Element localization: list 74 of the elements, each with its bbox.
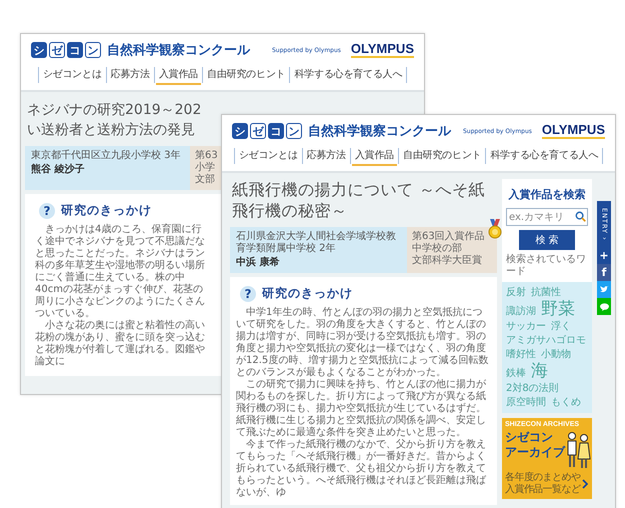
chevron-icon (582, 479, 588, 489)
sponsor-logo: OLYMPUS (350, 42, 414, 58)
award-text: 文部 (195, 174, 215, 186)
keyword-link[interactable]: 浮く (551, 320, 571, 333)
nav-link[interactable]: 科学する心を育てる人へ (291, 65, 406, 85)
logo-tile: ゼ (49, 42, 65, 58)
award-text: 小学 (195, 162, 215, 174)
keyword-link[interactable]: もくめ (551, 396, 581, 409)
page-title: 紙飛行機の揚力について ～へそ紙飛行機の秘密～ (232, 179, 486, 221)
nav-link[interactable]: 自由研究のヒント (400, 146, 484, 166)
people-drawing (565, 430, 591, 470)
logo-tile: ン (85, 42, 101, 58)
logo-tile: ン (286, 123, 302, 139)
page-title: い送粉者と送粉方法の発見 (27, 121, 195, 140)
school-name: 東京都千代田区立九段小学校 3年 (31, 150, 182, 162)
body-paragraph: 中学1年生の時、竹とんぼの羽の揚力と空気抵抗について研究をした。羽の角度を大きくすると、竹とんぼの揚力は増すが、同時に羽が受ける空気抵抗も増す。羽の角度と揚力や空気抵抗の変化は一様ではなく、羽の角度が12.5度の時、増す揚力と空気抵抗によって減る回転数とのバランスが最もよくなることがわかった。 (236, 307, 490, 378)
student-name: 熊谷 綾沙子 (31, 163, 86, 176)
award-text: 中学校の部 (412, 243, 462, 254)
body-paragraph: この研究で揚力に興味を持ち、竹とんぼの他に揚力が関わるものを探した。折り方によって飛び方が異なる紙飛行機の羽にも、揚力や空気抵抗が生じているはずだ。紙飛行機に生じる揚力と空気抵抗の関係を調べ、安定して飛ぶために最適な条件を突き止めたいと思った。 (236, 379, 487, 438)
add-button[interactable]: + (597, 247, 611, 264)
logo-tile: コ (268, 123, 284, 139)
nav-link[interactable]: シゼコンとは (236, 146, 301, 166)
award-text: 文部科学大臣賞 (412, 255, 482, 267)
logo-tile: ゼ (250, 123, 266, 139)
logo-tile: シ (31, 42, 47, 58)
question-mark: ? (39, 202, 55, 218)
keyword-link[interactable]: 鉄棒 (506, 367, 526, 380)
award-text: 第63回入賞作品 (412, 231, 485, 242)
search-heading: 入賞作品を検索 (508, 187, 586, 202)
question-mark: ? (240, 286, 256, 302)
nav-link[interactable]: 科学する心を育てる人へ (487, 146, 602, 166)
body-paragraph: 小さな花の奥には蜜と粘着性の高い花粉の塊があり、蜜をに頭を突っ込むと花粉塊が付着して運ばれる。図鑑や論文に (35, 320, 206, 368)
keyword-link[interactable]: 抗菌性 (531, 286, 561, 299)
share-button[interactable] (597, 281, 611, 298)
share-button[interactable] (597, 298, 611, 315)
nav-link[interactable]: 自由研究のヒント (204, 65, 288, 85)
medal-icon (488, 219, 502, 239)
search-field[interactable]: ex.カマキリ (506, 208, 588, 226)
banner-heading: シゼコン (505, 430, 554, 445)
body-paragraph: 今まで作った紙飛行機のなかで、父から折り方を教えてもらった「へそ紙飛行機」が一番好きだ。昔からよく折られている紙飛行機で、父も祖父から折り方を教えてもらったという。へそ紙飛行機はそれほど長距離は飛ばないが、ゆ (236, 439, 488, 499)
nav-link[interactable]: 応募方法 (304, 146, 349, 166)
section-heading: 研究のきっかけ (61, 202, 152, 219)
school-name: 石川県金沢大学人間社会学域学校教育学類附属中学校 2年 (236, 231, 397, 255)
logo-tile: コ (67, 42, 83, 58)
body-paragraph: きっかけは4歳のころ、保育園に行く途中でネジバナを見つて不思議だなと思ったことだった。ネジバナはラン科の多年草芝生や湿地帯の明るい場所にごく普通に生えている。株の中40cmの花茎がまっすぐ伸び、花茎の周りに小さなピンクのようにたくさんついている。 (35, 224, 206, 320)
share-button[interactable]: f (597, 264, 611, 281)
banner-caption: 入賞作品一覧など (505, 484, 580, 496)
search-icon[interactable] (575, 211, 586, 222)
page-title: ネジバナの研究2019～202 (27, 101, 202, 120)
nav-link[interactable]: シゼコンとは (40, 65, 105, 85)
keyword-link[interactable]: 反射 (506, 286, 526, 299)
logo-tile: シ (232, 123, 248, 139)
popular-label: 検索されているワード (506, 254, 587, 278)
banner-caption: 各年度のまとめや (505, 472, 580, 484)
keyword-link[interactable]: 小動物 (541, 348, 571, 361)
sponsor-logo: OLYMPUS (542, 123, 605, 139)
banner-heading: アーカイブ (505, 445, 565, 460)
speech-bubble-icon (600, 302, 608, 310)
site-name: 自然科学観察コンクール (308, 122, 451, 140)
bird-icon (600, 286, 608, 293)
keyword-link[interactable]: アミガサハゴロモ (506, 334, 586, 347)
student-name: 中浜 康希 (236, 256, 280, 269)
keyword-link[interactable]: 原空時間 (506, 396, 546, 409)
nav-link[interactable]: 応募方法 (108, 65, 153, 85)
keyword-link[interactable]: 嗜好性 (506, 348, 536, 361)
section-heading: 研究のきっかけ (262, 285, 353, 302)
search-button[interactable]: 検 索 (519, 230, 575, 250)
keyword-link[interactable]: 2対8の法則 (506, 382, 559, 395)
keyword-link[interactable]: サッカー (506, 320, 546, 333)
award-text: 第63 (195, 150, 218, 162)
site-name: 自然科学観察コンクール (107, 42, 250, 59)
keyword-link[interactable]: 野菜 (541, 300, 575, 319)
keyword-link[interactable]: 海 (531, 362, 548, 381)
keyword-link[interactable]: 諏訪湖 (506, 305, 536, 318)
